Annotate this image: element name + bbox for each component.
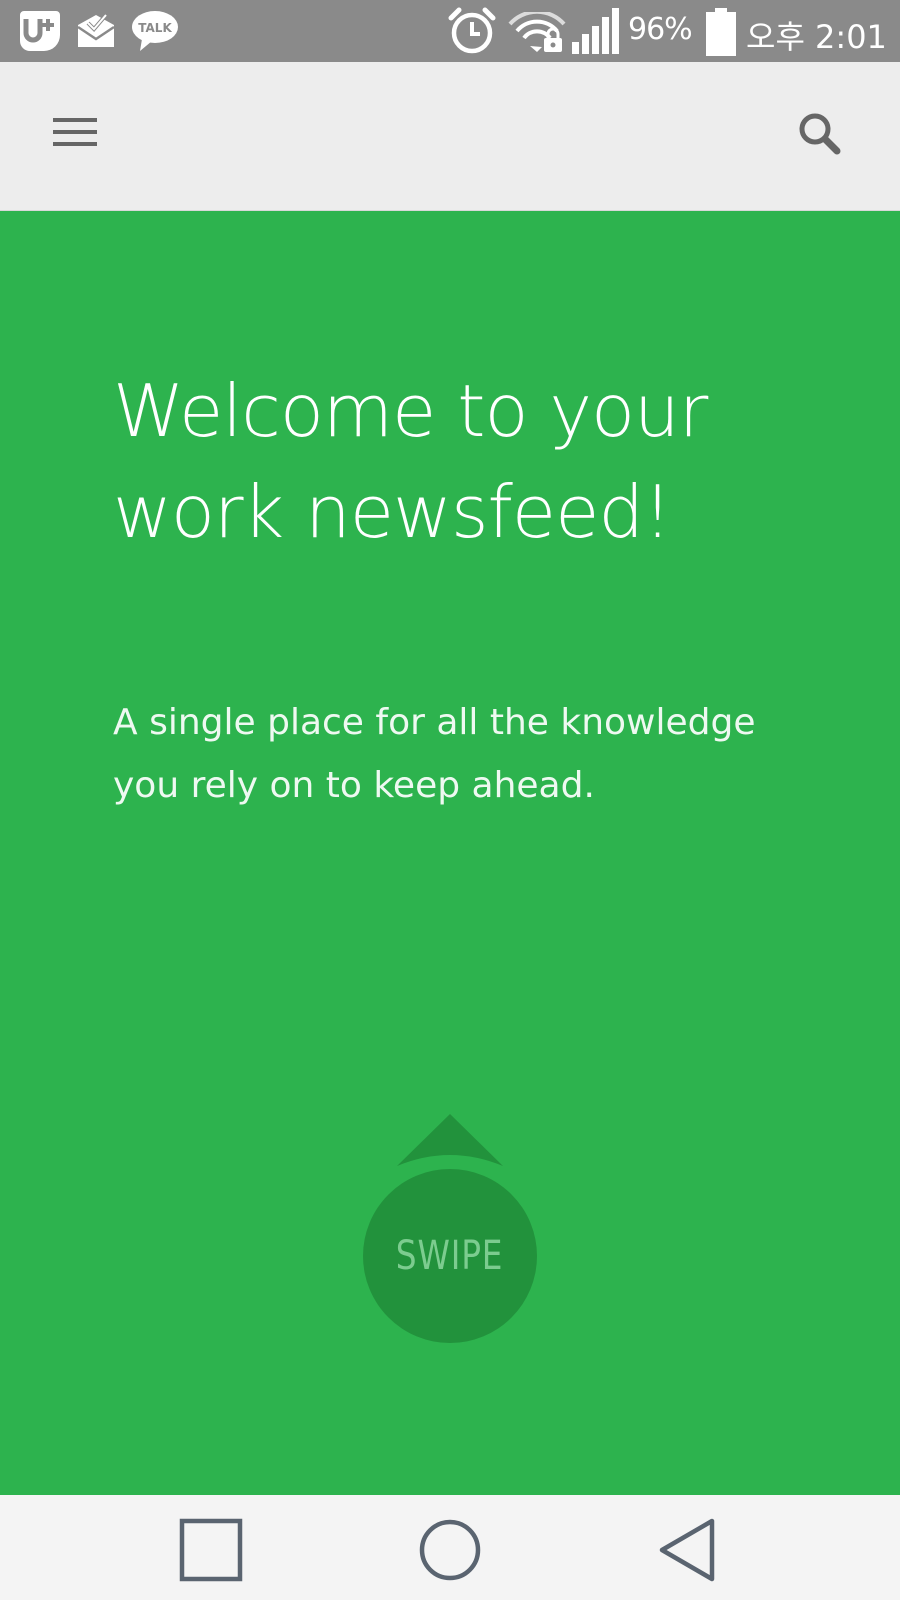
onboarding-panel[interactable]: Welcome to your work newsfeed! A single … xyxy=(0,211,900,1495)
screen: TALK 96% 오후 2:01 Welcome to your work ne… xyxy=(0,0,900,1600)
uplus-icon xyxy=(14,9,62,58)
swipe-button[interactable]: SWIPE xyxy=(363,1114,537,1344)
swipe-circle: SWIPE xyxy=(363,1169,537,1343)
welcome-headline: Welcome to your work newsfeed! xyxy=(113,361,813,563)
search-button[interactable] xyxy=(785,100,859,174)
subtitle-line-1: A single place for all the knowledge xyxy=(113,702,756,743)
headline-line-1: Welcome to your xyxy=(113,369,708,453)
headline-line-2: work newsfeed! xyxy=(113,470,672,554)
mail-check-icon xyxy=(76,9,116,56)
wifi-lock-icon xyxy=(508,9,566,59)
welcome-subtitle: A single place for all the knowledge you… xyxy=(113,691,793,817)
battery-percentage: 96% xyxy=(628,12,693,47)
battery-icon xyxy=(706,8,736,61)
search-icon xyxy=(785,113,859,178)
clock: 오후 2:01 xyxy=(746,18,887,56)
app-bar xyxy=(0,62,900,211)
home-button[interactable] xyxy=(415,1515,485,1585)
signal-icon xyxy=(572,8,622,59)
navigation-bar xyxy=(0,1495,900,1600)
recent-apps-button[interactable] xyxy=(176,1515,246,1585)
swipe-label: SWIPE xyxy=(396,1233,504,1279)
back-icon xyxy=(654,1518,724,1589)
talk-badge-text: TALK xyxy=(138,21,172,35)
status-bar: TALK 96% 오후 2:01 xyxy=(0,0,900,62)
menu-button[interactable] xyxy=(38,100,112,174)
arrow-up-icon xyxy=(397,1114,503,1175)
recent-apps-icon xyxy=(176,1518,246,1589)
back-button[interactable] xyxy=(654,1515,724,1585)
home-icon xyxy=(415,1519,485,1589)
menu-icon xyxy=(38,118,112,178)
kakaotalk-icon: TALK xyxy=(130,9,180,58)
alarm-icon xyxy=(447,6,497,61)
subtitle-line-2: you rely on to keep ahead. xyxy=(113,765,595,806)
